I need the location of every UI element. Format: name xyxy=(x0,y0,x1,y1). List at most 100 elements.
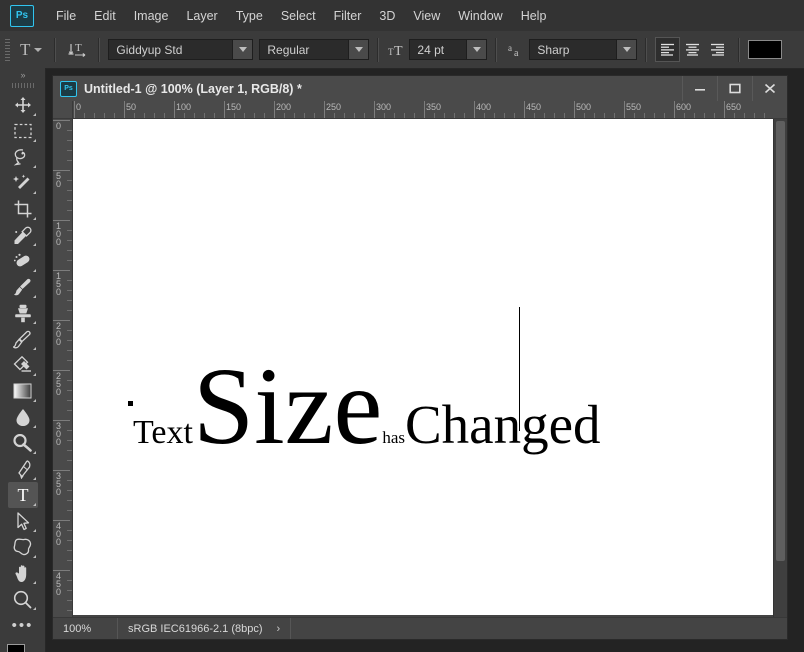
vertical-ruler[interactable]: 0 50 100 150 200 250 300 350 400 450 xyxy=(53,119,73,639)
font-style-select[interactable]: Regular xyxy=(259,39,370,60)
ruler-tick-minor xyxy=(67,280,72,281)
pen-tool[interactable] xyxy=(8,456,38,482)
move-tool[interactable] xyxy=(8,92,38,118)
menu-3d[interactable]: 3D xyxy=(370,5,404,27)
align-left-button[interactable] xyxy=(655,37,681,62)
path-selection-tool[interactable] xyxy=(8,508,38,534)
ruler-tick-minor xyxy=(204,113,205,118)
font-size-select[interactable]: 24 pt xyxy=(409,39,488,60)
document-title-bar[interactable]: Ps Untitled-1 @ 100% (Layer 1, RGB/8) * xyxy=(53,76,787,102)
align-right-button[interactable] xyxy=(705,37,730,62)
crop-tool[interactable] xyxy=(8,196,38,222)
blur-tool[interactable] xyxy=(8,404,38,430)
rectangular-marquee-tool[interactable] xyxy=(8,118,38,144)
custom-shape-tool[interactable] xyxy=(8,534,38,560)
foreground-color-swatch[interactable] xyxy=(6,644,25,652)
menu-image[interactable]: Image xyxy=(125,5,178,27)
zoom-level[interactable]: 100% xyxy=(53,618,118,639)
clone-stamp-tool[interactable] xyxy=(8,300,38,326)
type-tool[interactable]: T xyxy=(7,482,38,508)
brush-tool[interactable] xyxy=(8,274,38,300)
ruler-tick-minor xyxy=(67,530,72,531)
divider xyxy=(738,37,741,62)
menu-edit[interactable]: Edit xyxy=(85,5,125,27)
ruler-tick-minor xyxy=(67,200,72,201)
toolbar-grip[interactable] xyxy=(11,83,34,88)
ruler-tick-minor xyxy=(244,113,245,118)
font-family-select[interactable]: Giddyup Std xyxy=(108,39,254,60)
ruler-tick-minor xyxy=(84,113,85,118)
text-insertion-caret xyxy=(519,307,520,431)
ruler-label: 0 xyxy=(76,102,82,112)
ruler-tick-minor xyxy=(664,113,665,118)
chevron-right-icon[interactable]: › xyxy=(277,623,281,635)
chevron-down-icon[interactable] xyxy=(232,40,253,59)
ruler-tick-minor xyxy=(754,113,755,118)
ruler-tick-minor xyxy=(67,300,72,301)
dodge-tool[interactable] xyxy=(8,430,38,456)
edit-toolbar-button[interactable]: ••• xyxy=(8,612,38,638)
ruler-tick-minor xyxy=(134,113,135,118)
ruler-tick-minor xyxy=(67,590,72,591)
ruler-tick-minor xyxy=(67,210,72,211)
vertical-scrollbar-thumb[interactable] xyxy=(776,121,785,561)
text-layer-content[interactable]: TextSizehasChanged xyxy=(133,351,601,615)
eraser-tool[interactable] xyxy=(8,352,38,378)
ruler-tick-minor xyxy=(394,113,395,118)
ruler-tick-minor xyxy=(67,550,72,551)
canvas-viewport[interactable]: TextSizehasChanged xyxy=(73,119,787,617)
menu-layer[interactable]: Layer xyxy=(177,5,226,27)
ruler-tick-minor xyxy=(144,113,145,118)
maximize-button[interactable] xyxy=(717,76,752,101)
ruler-tick-minor xyxy=(484,113,485,118)
eyedropper-tool[interactable] xyxy=(8,222,38,248)
ruler-tick-minor xyxy=(314,113,315,118)
magic-wand-tool[interactable] xyxy=(8,170,38,196)
hand-tool[interactable] xyxy=(8,560,38,586)
ruler-tick-minor xyxy=(684,113,685,118)
ruler-tick-minor xyxy=(164,113,165,118)
menu-view[interactable]: View xyxy=(404,5,449,27)
options-bar-grip[interactable] xyxy=(5,38,10,61)
menu-file[interactable]: File xyxy=(47,5,85,27)
ruler-tick-minor xyxy=(67,260,72,261)
text-orientation-icon[interactable]: T xyxy=(64,41,90,59)
vertical-scrollbar[interactable] xyxy=(773,119,787,617)
menu-type[interactable]: Type xyxy=(227,5,272,27)
ruler-tick-minor xyxy=(254,113,255,118)
text-run: Size xyxy=(192,345,383,467)
ruler-label: 200 xyxy=(276,102,292,112)
anti-aliasing-select[interactable]: Sharp xyxy=(529,39,638,60)
align-center-button[interactable] xyxy=(680,37,705,62)
ruler-label: 250 xyxy=(56,371,62,397)
horizontal-ruler[interactable]: 0 50 100 150 200 250 300 350 400 450 500 550 600 650 xyxy=(73,101,787,119)
tool-preset-picker[interactable]: T xyxy=(16,39,46,60)
chevron-down-icon[interactable] xyxy=(466,40,487,59)
document-status-bar: 100% sRGB IEC61966-2.1 (8bpc) › xyxy=(53,617,787,639)
gradient-tool[interactable] xyxy=(8,378,38,404)
ruler-tick-minor xyxy=(67,330,72,331)
ruler-tick-minor xyxy=(454,113,455,118)
menu-select[interactable]: Select xyxy=(272,5,325,27)
text-color-swatch[interactable] xyxy=(748,40,783,59)
healing-brush-tool[interactable] xyxy=(8,248,38,274)
history-brush-tool[interactable] xyxy=(8,326,38,352)
menu-filter[interactable]: Filter xyxy=(325,5,371,27)
ruler-tick-minor xyxy=(67,180,72,181)
color-profile-info[interactable]: sRGB IEC61966-2.1 (8bpc) › xyxy=(118,618,292,639)
ruler-tick-minor xyxy=(434,113,435,118)
menu-help[interactable]: Help xyxy=(512,5,556,27)
menu-window[interactable]: Window xyxy=(449,5,511,27)
collapse-toolbar-button[interactable]: » xyxy=(0,68,45,82)
ruler-tick-minor xyxy=(304,113,305,118)
foreground-background-color[interactable] xyxy=(6,644,39,652)
anti-aliasing-value: Sharp xyxy=(537,42,570,57)
minimize-button[interactable] xyxy=(682,76,717,101)
ruler-tick-minor xyxy=(284,113,285,118)
canvas-artboard[interactable]: TextSizehasChanged xyxy=(73,119,773,615)
chevron-down-icon[interactable] xyxy=(616,40,637,59)
close-button[interactable] xyxy=(752,76,787,101)
zoom-tool[interactable] xyxy=(8,586,38,612)
chevron-down-icon[interactable] xyxy=(348,40,369,59)
lasso-tool[interactable] xyxy=(8,144,38,170)
